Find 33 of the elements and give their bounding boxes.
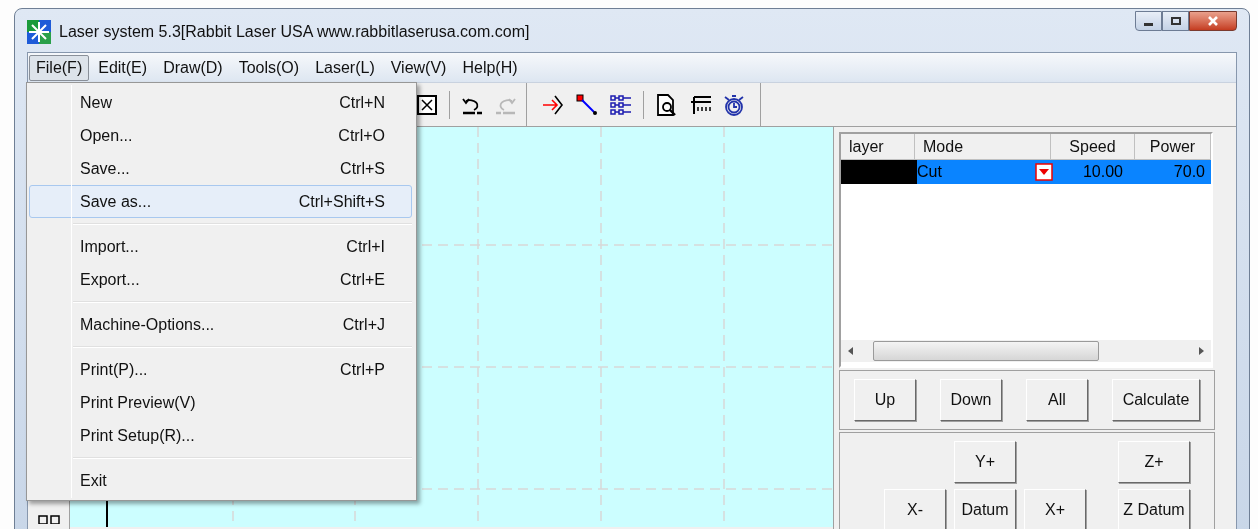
table-cell-text: 10.00 [1081,162,1124,182]
menu-entry[interactable]: Import... Ctrl+I [29,230,412,263]
jog-button[interactable]: Z+ [1118,441,1190,483]
jog-button[interactable]: Datum [954,489,1016,529]
menu-item[interactable]: Edit(E) [91,54,155,81]
panel-button[interactable]: All [1026,379,1088,421]
panel-button[interactable]: Up [854,379,916,421]
table-cell-text: Cut [917,162,943,182]
menu-entry[interactable]: Save as... Ctrl+Shift+S [29,185,412,218]
panel-button[interactable]: Down [940,379,1002,421]
jog-button[interactable]: X+ [1024,489,1086,529]
menu-entry[interactable]: New Ctrl+N [29,86,412,119]
menu-item[interactable]: File(F) [29,54,90,81]
menu-item[interactable]: View(V) [383,54,454,81]
menu-entry[interactable]: Print Setup(R)... [29,419,412,452]
jog-button[interactable]: X- [884,489,946,529]
panel-button[interactable]: Calculate [1112,379,1200,421]
menu-entry[interactable]: Open... Ctrl+O [29,119,412,152]
table-cell-text: 70.0 [1172,162,1206,182]
menu-entry[interactable]: Print Preview(V) [29,386,412,419]
menu-entry[interactable]: Machine-Options... Ctrl+J [29,308,412,341]
menu-item[interactable]: Help(H) [455,54,525,81]
menu-entry[interactable]: Save... Ctrl+S [29,152,412,185]
window-title: Laser system 5.3[Rabbit Laser USA www.rabbitlaserusa.com.com] [59,21,530,42]
jog-button[interactable]: Y+ [954,441,1016,483]
menu-entry[interactable]: Export... Ctrl+E [29,263,412,296]
menu-entry[interactable]: Exit [29,464,412,497]
menu-item[interactable]: Laser(L) [308,54,382,81]
menu-entry[interactable]: Print(P)... Ctrl+P [29,353,412,386]
jog-button[interactable]: Z Datum [1118,489,1190,529]
layer-row[interactable]: Cut 10.00 70.0 [841,160,1211,184]
menu-item[interactable]: Draw(D) [156,54,230,81]
menu-item[interactable]: Tools(O) [231,54,307,81]
